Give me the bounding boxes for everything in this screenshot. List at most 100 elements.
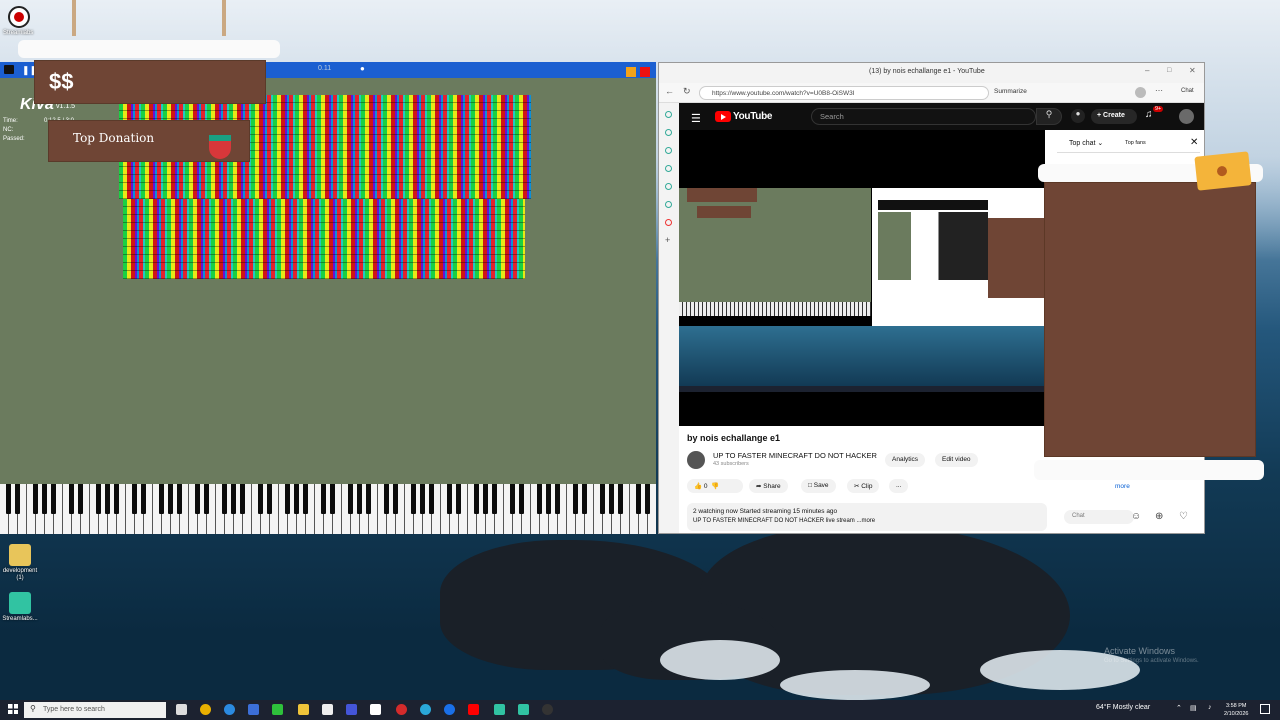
app-icon[interactable] bbox=[370, 704, 381, 715]
sidebar-icon[interactable] bbox=[665, 201, 672, 208]
active-app-icon[interactable] bbox=[248, 704, 259, 715]
desktop-icon-folder[interactable]: development (1) bbox=[2, 544, 38, 582]
minimize-button[interactable] bbox=[626, 67, 636, 77]
facebook-icon[interactable] bbox=[444, 704, 455, 715]
clock-date[interactable]: 2/10/2026 bbox=[1224, 711, 1248, 717]
channel-name[interactable]: UP TO FASTER MINECRAFT DO NOT HACKER bbox=[713, 451, 877, 460]
tray-chevron-icon[interactable]: ⌃ bbox=[1176, 704, 1182, 712]
clip-button[interactable]: ✂ Clip bbox=[847, 479, 880, 493]
bell-icon[interactable]: ♫ bbox=[1145, 109, 1153, 120]
sidebar-icon[interactable] bbox=[665, 219, 672, 226]
mic-icon[interactable]: ● bbox=[1071, 109, 1085, 123]
search-input[interactable]: Search bbox=[811, 108, 1036, 125]
back-icon[interactable]: ← bbox=[665, 86, 674, 96]
sidebar-icon[interactable] bbox=[665, 129, 672, 136]
network-icon[interactable]: ▤ bbox=[1190, 704, 1197, 712]
youtube-brand[interactable]: YouTube bbox=[733, 111, 773, 122]
taskbar-search-input[interactable]: Type here to search bbox=[24, 702, 166, 718]
edge-icon[interactable] bbox=[224, 704, 235, 715]
like-button[interactable]: 👍 0 👎 bbox=[687, 479, 743, 493]
piano-black-key bbox=[231, 484, 236, 514]
sidebar-add-icon[interactable]: + bbox=[665, 235, 670, 245]
app-icon[interactable] bbox=[494, 704, 505, 715]
emoji-icon[interactable]: ☺ bbox=[1131, 511, 1141, 522]
search-icon: ⚲ bbox=[30, 704, 36, 713]
donation-goal-panel: $$ bbox=[34, 60, 266, 104]
piano-keyboard bbox=[0, 484, 656, 534]
hanging-rope bbox=[72, 0, 76, 36]
envelope-icon bbox=[1194, 151, 1252, 191]
add-icon[interactable]: ⊕ bbox=[1155, 511, 1163, 522]
search-icon[interactable]: ⚲ bbox=[1036, 108, 1062, 125]
save-button[interactable]: □ Save bbox=[801, 479, 836, 493]
piano-black-key bbox=[69, 484, 74, 514]
start-icon[interactable] bbox=[8, 704, 18, 714]
description-text: UP TO FASTER MINECRAFT DO NOT HACKER liv… bbox=[693, 518, 876, 524]
chat-more-link[interactable]: more bbox=[1115, 483, 1130, 490]
subscriber-count: 43 subscribers bbox=[713, 461, 749, 467]
clock-time[interactable]: 3:58 PM bbox=[1226, 703, 1246, 709]
window-maximize-icon[interactable]: □ bbox=[1167, 67, 1171, 74]
obs-icon[interactable] bbox=[542, 704, 553, 715]
notifications-icon[interactable] bbox=[1260, 704, 1270, 714]
close-icon[interactable]: ✕ bbox=[1190, 137, 1198, 148]
youtube-logo-icon[interactable] bbox=[715, 111, 731, 122]
share-button[interactable]: ➦ Share bbox=[749, 479, 788, 493]
piano-black-key bbox=[78, 484, 83, 514]
desktop-icon-label: Streamlabs... bbox=[2, 616, 38, 622]
avatar[interactable] bbox=[1179, 109, 1194, 124]
refresh-icon[interactable]: ↻ bbox=[683, 86, 691, 97]
profile-icon[interactable] bbox=[1135, 87, 1146, 98]
piano-black-key bbox=[366, 484, 371, 514]
record-app-icon[interactable] bbox=[396, 704, 407, 715]
copilot-chat-button[interactable]: Chat bbox=[1181, 88, 1194, 94]
tempo-display[interactable]: 0.11 bbox=[318, 65, 331, 72]
close-button[interactable] bbox=[640, 67, 650, 77]
window-close-icon[interactable]: ✕ bbox=[1189, 66, 1196, 75]
sidebar-icon[interactable] bbox=[665, 183, 672, 190]
sidebar-icon[interactable] bbox=[665, 165, 672, 172]
analytics-button[interactable]: Analytics bbox=[885, 453, 926, 467]
help-icon[interactable]: ● bbox=[360, 64, 365, 73]
summarize-button[interactable]: Summarize bbox=[994, 88, 1027, 95]
browser-tab-title[interactable]: (13) by nois echallange e1 - YouTube bbox=[869, 68, 985, 75]
store-icon[interactable] bbox=[322, 704, 333, 715]
sidebar-icon[interactable] bbox=[665, 111, 672, 118]
video-player[interactable] bbox=[679, 130, 1045, 426]
edit-video-button[interactable]: Edit video bbox=[935, 453, 978, 467]
create-button[interactable]: + Create bbox=[1091, 109, 1137, 124]
volume-icon[interactable]: ♪ bbox=[1208, 704, 1212, 711]
chat-input[interactable]: Chat bbox=[1064, 510, 1134, 524]
desktop-icon-streamlabs[interactable]: Streamlabs... bbox=[2, 592, 38, 623]
record-icon[interactable] bbox=[8, 6, 30, 28]
window-minimize-icon[interactable]: – bbox=[1145, 66, 1149, 75]
heart-icon[interactable]: ♡ bbox=[1179, 511, 1188, 522]
chrome-icon[interactable] bbox=[200, 704, 211, 715]
weather-widget[interactable]: 64°F Mostly clear bbox=[1096, 704, 1150, 711]
nested-kiva bbox=[679, 188, 871, 316]
sidebar-icon[interactable] bbox=[665, 147, 672, 154]
folder-icon[interactable] bbox=[4, 65, 14, 74]
top-fans-button[interactable]: Top fans bbox=[1125, 140, 1146, 146]
arrow-app-icon[interactable] bbox=[272, 704, 283, 715]
piano-black-key bbox=[357, 484, 362, 514]
file-explorer-icon[interactable] bbox=[298, 704, 309, 715]
youtube-icon[interactable] bbox=[468, 704, 479, 715]
top-chat-label: Top chat bbox=[1069, 140, 1096, 147]
stat-time: Time: bbox=[3, 118, 18, 124]
task-view-icon[interactable] bbox=[176, 704, 187, 715]
app-icon[interactable] bbox=[346, 704, 357, 715]
piano-black-key bbox=[132, 484, 137, 514]
top-chat-dropdown[interactable]: Top chat ⌄ bbox=[1069, 139, 1103, 147]
more-icon[interactable]: ⋯ bbox=[1155, 86, 1163, 95]
stocking-icon bbox=[209, 135, 231, 159]
piano-black-key bbox=[222, 484, 227, 514]
piano-black-key bbox=[258, 484, 263, 514]
more-actions-button[interactable]: ... bbox=[889, 479, 909, 493]
channel-avatar[interactable] bbox=[687, 451, 705, 469]
menu-icon[interactable]: ☰ bbox=[691, 112, 701, 125]
edge-app-icon[interactable] bbox=[420, 704, 431, 715]
piano-black-key bbox=[600, 484, 605, 514]
address-bar[interactable]: https://www.youtube.com/watch?v=U0B8-OiS… bbox=[699, 86, 989, 100]
streamlabs-icon[interactable] bbox=[518, 704, 529, 715]
